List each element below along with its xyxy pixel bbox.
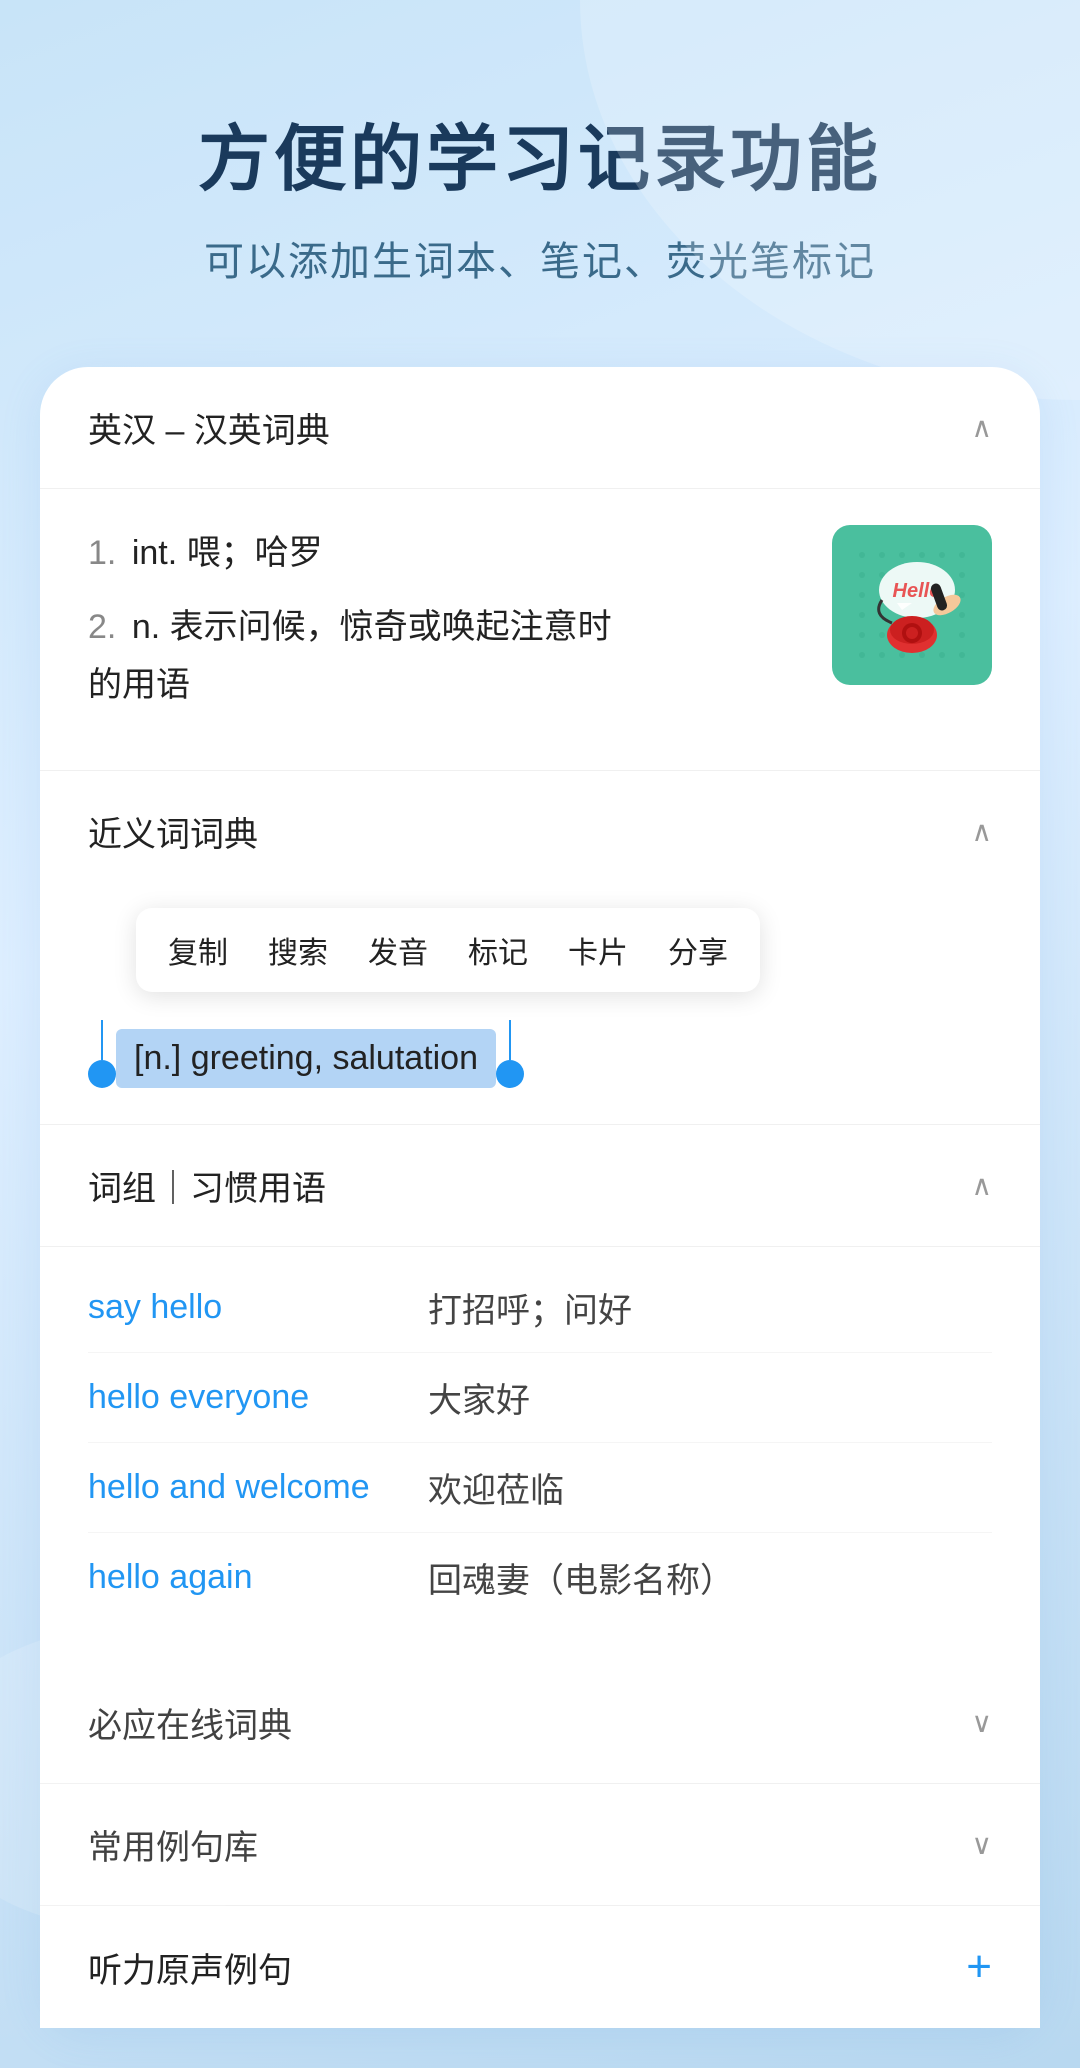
dict-definitions: 1. int. 喂；哈罗 2. n. 表示问候，惊奇或唤起注意时的用语 [88,525,832,730]
selected-text: [n.] greeting, salutation [116,1029,496,1088]
phrase-list: say hello 打招呼；问好 hello everyone 大家好 hell… [40,1247,1040,1662]
synonym-section-header[interactable]: 近义词词典 [40,771,1040,892]
context-mark[interactable]: 标记 [468,928,528,972]
context-share[interactable]: 分享 [668,928,728,972]
phrase-item-2[interactable]: hello everyone 大家好 [88,1353,992,1443]
right-handle [496,1060,524,1088]
collapsed-section-1[interactable]: 必应在线词典 [40,1662,1040,1784]
hero-title: 方便的学习记录功能 [60,100,1020,205]
context-pronounce[interactable]: 发音 [368,928,428,972]
collapsed-chevron-down-1 [972,1706,993,1739]
phrase-en-1: say hello [88,1288,408,1327]
phrase-item-4[interactable]: hello again 回魂妻（电影名称） [88,1533,992,1622]
dict-section-title: 英汉 – 汉英词典 [88,403,330,452]
left-handle [88,1060,116,1088]
synonym-chevron-up-icon [972,815,993,848]
phrase-zh-4: 回魂妻（电影名称） [428,1553,734,1602]
hero-section: 方便的学习记录功能 可以添加生词本、笔记、荧光笔标记 [0,0,1080,347]
add-icon[interactable]: + [966,1942,992,1992]
definition-2: 2. n. 表示问候，惊奇或唤起注意时的用语 [88,599,802,715]
phrase-en-2: hello everyone [88,1378,408,1417]
context-search[interactable]: 搜索 [268,928,328,972]
collapsed-section-2[interactable]: 常用例句库 [40,1784,1040,1906]
phrases-section-header[interactable]: 词组｜习惯用语 [40,1125,1040,1247]
collapsed-title-2: 常用例句库 [88,1820,258,1869]
context-menu-container: 复制 搜索 发音 标记 卡片 分享 [40,908,1040,992]
def-type-1: int. 喂；哈罗 [132,534,323,572]
phrase-zh-2: 大家好 [428,1373,530,1422]
right-handle-line [509,1020,511,1060]
phrases-chevron-up-icon [972,1169,993,1202]
hello-image: Hello [832,525,992,685]
def-num-2: 2. [88,608,116,646]
context-menu: 复制 搜索 发音 标记 卡片 分享 [136,908,760,992]
phrase-zh-1: 打招呼；问好 [428,1283,632,1332]
definition-1: 1. int. 喂；哈罗 [88,525,802,583]
phrase-item-3[interactable]: hello and welcome 欢迎莅临 [88,1443,992,1533]
collapsed-section-3[interactable]: 听力原声例句 + [40,1906,1040,2028]
synonym-section-title: 近义词词典 [88,807,258,856]
left-handle-line [101,1020,103,1060]
selected-text-wrapper: [n.] greeting, salutation [40,1008,1040,1125]
context-card[interactable]: 卡片 [568,928,628,972]
phrases-section-title: 词组｜习惯用语 [88,1161,326,1210]
phrase-en-3: hello and welcome [88,1468,408,1507]
phrase-en-4: hello again [88,1558,408,1597]
phrase-zh-3: 欢迎莅临 [428,1463,564,1512]
collapsed-chevron-down-2 [972,1828,993,1861]
def-num-1: 1. [88,534,116,572]
dict-entry: 1. int. 喂；哈罗 2. n. 表示问候，惊奇或唤起注意时的用语 [40,489,1040,771]
context-copy[interactable]: 复制 [168,928,228,972]
collapsed-title-1: 必应在线词典 [88,1698,292,1747]
def-type-2: n. 表示问候，惊奇或唤起注意时的用语 [88,608,612,704]
main-card: 英汉 – 汉英词典 1. int. 喂；哈罗 2. n. 表示问候，惊奇或唤起注… [40,367,1040,2028]
collapsed-title-3: 听力原声例句 [88,1943,292,1992]
dict-chevron-up-icon [972,411,993,444]
hero-subtitle: 可以添加生词本、笔记、荧光笔标记 [60,229,1020,287]
dict-section-header[interactable]: 英汉 – 汉英词典 [40,367,1040,489]
phrase-item-1[interactable]: say hello 打招呼；问好 [88,1263,992,1353]
